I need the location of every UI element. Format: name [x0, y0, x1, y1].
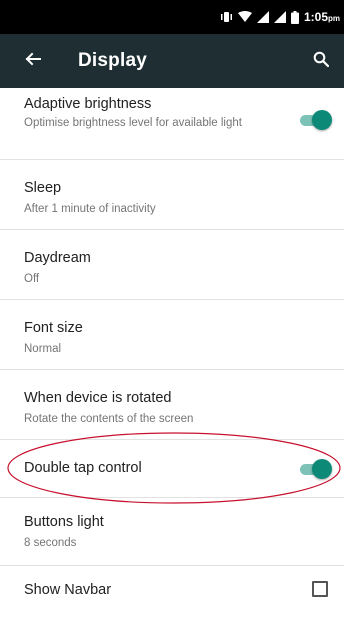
setting-device-rotated[interactable]: When device is rotated Rotate the conten…	[0, 370, 344, 440]
signal-icon	[256, 11, 269, 23]
toggle-thumb	[312, 110, 332, 130]
setting-font-size[interactable]: Font size Normal	[0, 300, 344, 370]
setting-sleep[interactable]: Sleep After 1 minute of inactivity	[0, 160, 344, 230]
setting-title: Font size	[24, 320, 83, 336]
setting-summary: Off	[24, 273, 40, 285]
vibrate-icon	[220, 11, 233, 23]
page-title: Display	[78, 50, 147, 71]
status-time-value: 1:05	[303, 10, 328, 24]
setting-summary: Rotate the contents of the screen	[24, 413, 194, 425]
search-icon	[313, 51, 330, 72]
setting-title: Show Navbar	[24, 582, 112, 598]
toggle-thumb	[312, 459, 332, 479]
setting-title: Double tap control	[24, 460, 142, 476]
adaptive-brightness-toggle[interactable]	[298, 110, 332, 130]
setting-summary: After 1 minute of inactivity	[24, 203, 156, 215]
double-tap-control-toggle[interactable]	[298, 459, 332, 479]
setting-daydream[interactable]: Daydream Off	[0, 230, 344, 300]
wifi-icon	[237, 11, 252, 23]
arrow-back-icon	[25, 51, 41, 72]
setting-double-tap-control[interactable]: Double tap control	[0, 440, 344, 498]
setting-summary: Normal	[24, 343, 62, 355]
app-bar: Display	[0, 34, 344, 88]
setting-buttons-light[interactable]: Buttons light 8 seconds	[0, 498, 344, 566]
status-icons: 1:05pm	[220, 0, 340, 34]
setting-title: When device is rotated	[24, 390, 172, 406]
search-button[interactable]	[306, 46, 336, 76]
setting-adaptive-brightness[interactable]: Adaptive brightness Optimise brightness …	[0, 88, 344, 160]
setting-summary: 8 seconds	[24, 537, 77, 549]
status-time-suffix: pm	[328, 14, 340, 23]
show-navbar-checkbox[interactable]	[312, 581, 328, 597]
setting-summary: Optimise brightness level for available …	[24, 117, 242, 129]
back-button[interactable]	[18, 47, 48, 75]
setting-title: Daydream	[24, 250, 91, 266]
status-bar: 1:05pm	[0, 0, 344, 34]
setting-show-navbar[interactable]: Show Navbar	[0, 566, 344, 626]
setting-title: Buttons light	[24, 514, 104, 530]
setting-title: Adaptive brightness	[24, 96, 152, 112]
signal-icon	[273, 11, 286, 23]
battery-icon	[290, 10, 299, 24]
setting-title: Sleep	[24, 180, 62, 196]
status-time: 1:05pm	[304, 10, 340, 24]
